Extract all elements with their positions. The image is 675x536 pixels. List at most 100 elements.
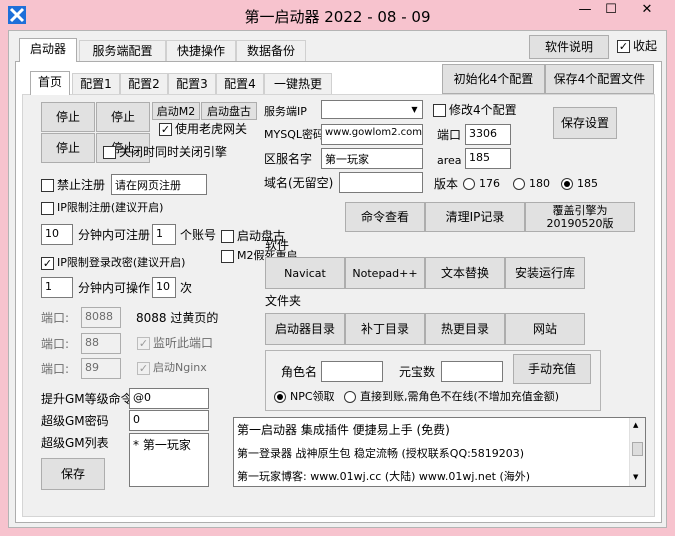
manual-recharge-button[interactable]: 手动充值 <box>513 354 591 384</box>
port-input-1[interactable]: 8088 <box>81 307 121 328</box>
disable-register-checkbox[interactable] <box>41 179 54 192</box>
start-nginx-checkbox[interactable]: ✓ <box>137 362 150 375</box>
tab-home[interactable]: 首页 <box>30 71 70 95</box>
version-180-radio[interactable] <box>513 178 525 190</box>
gm-level-cmd-input[interactable]: @0 <box>129 388 209 409</box>
folders-title: 文件夹 <box>265 294 302 308</box>
hotupdate-dir-button[interactable]: 热更目录 <box>425 313 505 345</box>
ip-limit-register-checkbox[interactable] <box>41 202 54 215</box>
gold-input[interactable] <box>441 361 503 382</box>
version-180-label: 180 <box>529 177 550 190</box>
text-replace-button[interactable]: 文本替换 <box>425 257 505 289</box>
launcher-dir-button[interactable]: 启动器目录 <box>265 313 345 345</box>
cover-engine-line1: 覆盖引擎为 <box>552 204 608 217</box>
gm-level-cmd-label: 提升GM等级命令 <box>41 392 133 406</box>
tab-launcher[interactable]: 启动器 <box>19 38 77 62</box>
tab-config4[interactable]: 配置4 <box>216 73 264 95</box>
register-accounts-input[interactable]: 1 <box>152 224 176 245</box>
gm-list-box[interactable]: * 第一玩家 <box>129 433 209 487</box>
ip-limit-login-checkbox[interactable]: ✓ <box>41 257 54 270</box>
version-176-radio[interactable] <box>463 178 475 190</box>
maximize-button[interactable]: ☐ <box>598 0 624 22</box>
close-engine-checkbox[interactable] <box>103 146 116 159</box>
cover-engine-button[interactable]: 覆盖引擎为 20190520版 <box>525 202 635 232</box>
gm-save-button[interactable]: 保存 <box>41 458 105 490</box>
login-times-input[interactable]: 10 <box>152 277 176 298</box>
gm-password-input[interactable]: 0 <box>129 410 209 431</box>
tab-backup[interactable]: 数据备份 <box>236 40 306 62</box>
close-button[interactable]: ✕ <box>624 0 670 22</box>
minimize-button[interactable]: — <box>572 0 598 22</box>
save-configs-button[interactable]: 保存4个配置文件 <box>545 64 654 94</box>
m2-fake-restart-checkbox[interactable] <box>221 250 234 263</box>
domain-input[interactable] <box>339 172 423 193</box>
zone-name-label: 区服名字 <box>264 152 313 166</box>
mysql-port-input[interactable]: 3306 <box>465 124 511 145</box>
start-m2-button[interactable]: 启动M2 <box>152 102 200 120</box>
start-gate-checkbox[interactable] <box>221 230 234 243</box>
login-count-input[interactable]: 1 <box>41 277 73 298</box>
port-label-3: 端口: <box>41 362 70 376</box>
role-name-input[interactable] <box>321 361 383 382</box>
register-prompt-input[interactable]: 请在网页注册 <box>111 174 207 195</box>
stop-button-2[interactable]: 停止 <box>96 102 150 132</box>
home-page: 停止 停止 停止 停止 启动M2 启动盘古 ✓ 使用老虎网关 关闭时同时关闭引擎… <box>22 94 655 517</box>
scroll-thumb-icon[interactable] <box>632 442 643 456</box>
ip-limit-login-label: IP限制登录改密(建议开启) <box>57 256 186 269</box>
client-area: 启动器 服务端配置 快捷操作 数据备份 软件说明 ✓ 收起 首页 配置1 配置2… <box>8 30 667 528</box>
use-tiger-gateway-checkbox[interactable]: ✓ <box>159 123 172 136</box>
ip-limit-register-label: IP限制注册(建议开启) <box>57 201 164 214</box>
tab-config3[interactable]: 配置3 <box>168 73 216 95</box>
use-tiger-gateway-label: 使用老虎网关 <box>175 122 248 136</box>
help-button[interactable]: 软件说明 <box>529 35 609 59</box>
port-label-1: 端口: <box>41 311 70 325</box>
tab-shortcuts[interactable]: 快捷操作 <box>166 40 236 62</box>
direct-recharge-radio[interactable] <box>344 391 356 403</box>
tab-hot-update[interactable]: 一键热更 <box>264 73 332 95</box>
port-input-3[interactable]: 89 <box>81 358 121 379</box>
init-configs-button[interactable]: 初始化4个配置 <box>442 64 545 94</box>
clear-ip-button[interactable]: 清理IP记录 <box>425 202 525 232</box>
server-ip-label: 服务端IP <box>264 105 307 118</box>
start-nginx-label: 启动Nginx <box>153 361 207 374</box>
stop-button-1[interactable]: 停止 <box>41 102 95 132</box>
mysql-label: MYSQL密码 <box>264 128 324 141</box>
area-input[interactable]: 185 <box>465 148 511 169</box>
collapse-checkbox[interactable]: ✓ <box>617 40 630 53</box>
login-minutes-label: 分钟内可操作 <box>78 281 151 295</box>
start-gate-button[interactable]: 启动盘古 <box>201 102 257 120</box>
cmd-view-button[interactable]: 命令查看 <box>345 202 425 232</box>
website-button[interactable]: 网站 <box>505 313 585 345</box>
register-accounts-label: 个账号 <box>180 228 217 242</box>
close-engine-label: 关闭时同时关闭引擎 <box>119 145 228 159</box>
tab-config1[interactable]: 配置1 <box>72 73 120 95</box>
scroll-down-icon[interactable]: ▼ <box>633 473 638 481</box>
chevron-down-icon[interactable]: ▼ <box>407 101 422 118</box>
register-minutes-input[interactable]: 10 <box>41 224 73 245</box>
recharge-group: 角色名 元宝数 手动充值 NPC领取 直接到账,需角色不在线(不增加充值金额) <box>265 350 601 411</box>
tab-config2[interactable]: 配置2 <box>120 73 168 95</box>
navicat-button[interactable]: Navicat <box>265 257 345 289</box>
scroll-up-icon[interactable]: ▲ <box>633 421 638 429</box>
notepad-button[interactable]: Notepad++ <box>345 257 425 289</box>
app-window: 第一启动器 2022 - 08 - 09 — ☐ ✕ 启动器 服务端配置 快捷操… <box>0 0 675 536</box>
version-185-radio[interactable] <box>561 178 573 190</box>
save-settings-button[interactable]: 保存设置 <box>553 107 617 139</box>
install-runtime-button[interactable]: 安装运行库 <box>505 257 585 289</box>
launcher-panel: 首页 配置1 配置2 配置3 配置4 一键热更 初始化4个配置 保存4个配置文件… <box>15 61 662 523</box>
scrollbar[interactable]: ▲ ▼ <box>629 418 645 486</box>
port-input-2[interactable]: 88 <box>81 333 121 354</box>
npc-claim-radio[interactable] <box>274 391 286 403</box>
domain-label: 域名(无留空) <box>264 176 334 190</box>
listen-port-checkbox[interactable]: ✓ <box>137 337 150 350</box>
mysql-password-input[interactable]: www.gowlom2.com <box>321 124 423 145</box>
modify-4-configs-checkbox[interactable] <box>433 104 446 117</box>
software-title: 软件 <box>265 238 290 252</box>
area-label: area <box>437 154 462 167</box>
patch-dir-button[interactable]: 补丁目录 <box>345 313 425 345</box>
zone-name-input[interactable]: 第一玩家 <box>321 148 423 169</box>
gold-label: 元宝数 <box>399 365 436 379</box>
info-box[interactable]: 第一启动器 集成插件 便捷易上手 (免费) 第一登录器 战神原生包 稳定流畅 (… <box>233 417 646 487</box>
tab-server-config[interactable]: 服务端配置 <box>79 40 166 62</box>
stop-button-3[interactable]: 停止 <box>41 133 95 163</box>
